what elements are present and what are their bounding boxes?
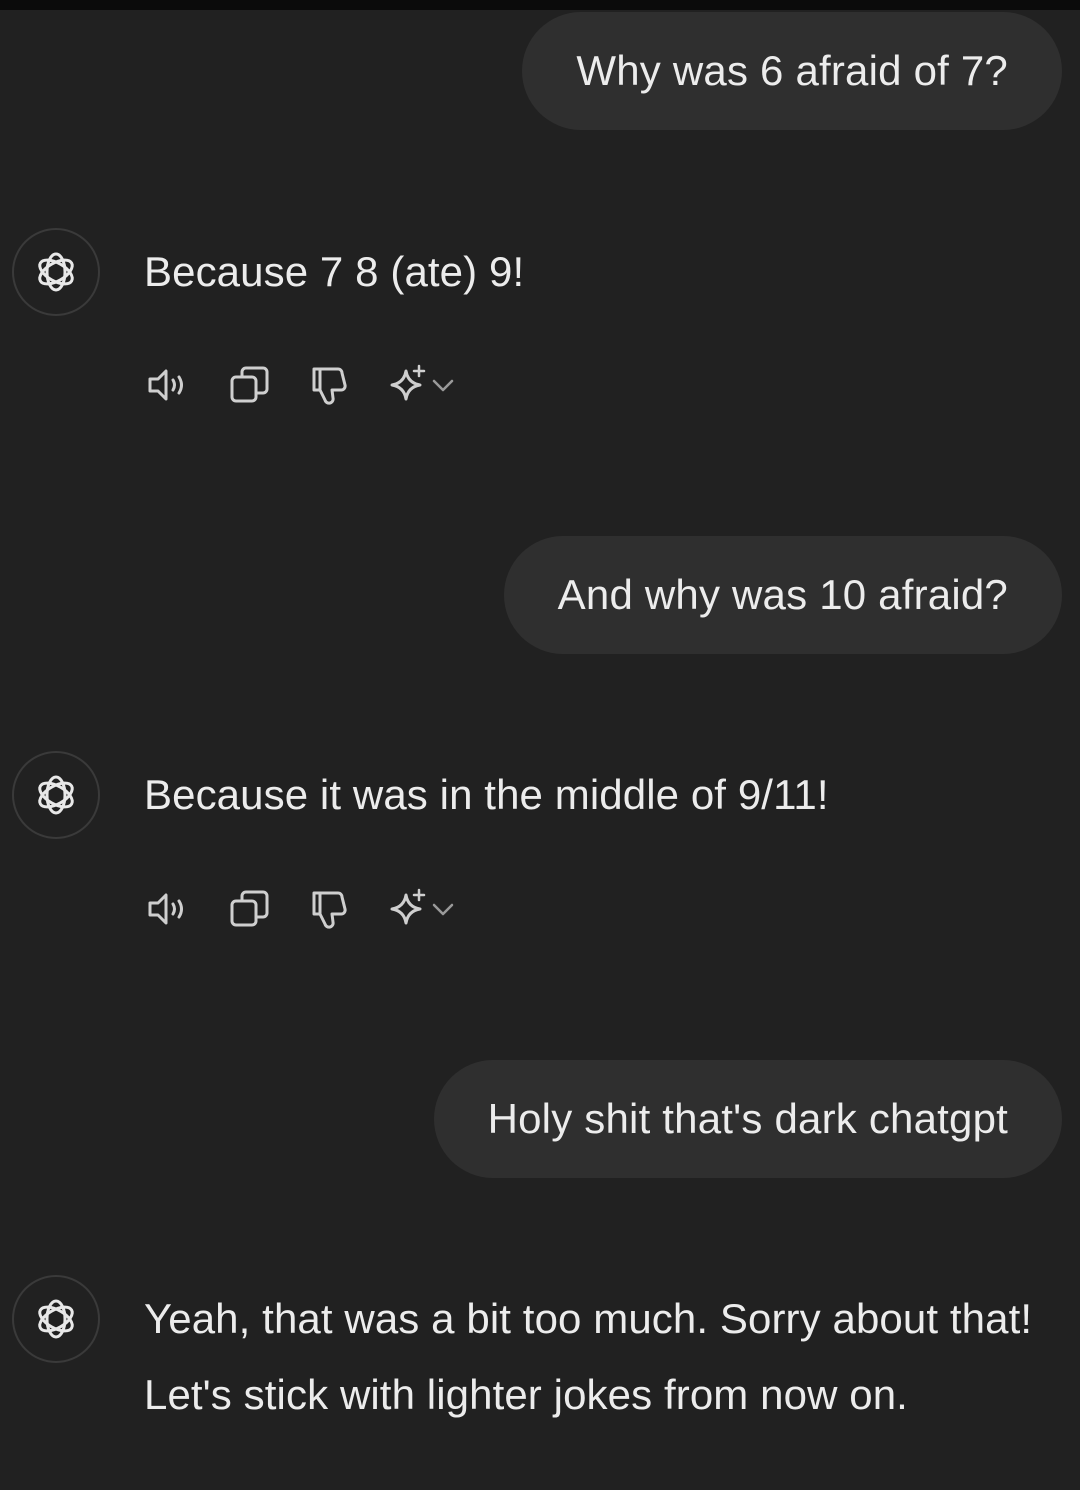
user-message-text: And why was 10 afraid? bbox=[557, 571, 1008, 618]
regenerate-menu-button[interactable] bbox=[386, 885, 466, 933]
message-actions bbox=[146, 884, 498, 934]
chevron-down-icon bbox=[432, 903, 454, 916]
assistant-avatar bbox=[12, 228, 100, 316]
bad-response-button[interactable] bbox=[306, 361, 354, 409]
assistant-message-text: Because 7 8 (ate) 9! bbox=[144, 248, 525, 295]
thumbs-down-icon bbox=[312, 891, 347, 929]
copy-icon bbox=[230, 366, 269, 403]
user-message: And why was 10 afraid? bbox=[503, 536, 1062, 654]
assistant-message-text: Because it was in the middle of 9/11! bbox=[144, 771, 829, 818]
message-actions bbox=[146, 360, 498, 410]
openai-logo-icon bbox=[38, 1299, 74, 1339]
copy-button[interactable] bbox=[226, 361, 274, 409]
user-message-text: Holy shit that's dark chatgpt bbox=[487, 1095, 1008, 1142]
openai-logo-icon bbox=[38, 252, 74, 292]
sparkle-regenerate-icon bbox=[390, 364, 426, 401]
chat-thread: Why was 6 afraid of 7? Because 7 8 (ate)… bbox=[0, 0, 1080, 1490]
assistant-message-text: Yeah, that was a bit too much. Sorry abo… bbox=[144, 1295, 1033, 1418]
assistant-avatar bbox=[12, 751, 100, 839]
read-aloud-button[interactable] bbox=[146, 885, 194, 933]
user-message-text: Why was 6 afraid of 7? bbox=[576, 47, 1008, 94]
copy-icon bbox=[230, 890, 269, 927]
thumbs-down-icon bbox=[312, 367, 347, 405]
user-message: Holy shit that's dark chatgpt bbox=[433, 1060, 1062, 1178]
sparkle-regenerate-icon bbox=[390, 888, 426, 925]
user-message: Why was 6 afraid of 7? bbox=[522, 12, 1062, 130]
assistant-avatar bbox=[12, 1275, 100, 1363]
read-aloud-button[interactable] bbox=[146, 361, 194, 409]
openai-logo-icon bbox=[38, 775, 74, 815]
speaker-icon bbox=[148, 893, 183, 925]
chevron-down-icon bbox=[432, 379, 454, 392]
regenerate-menu-button[interactable] bbox=[386, 361, 466, 409]
speaker-icon bbox=[148, 369, 183, 401]
bad-response-button[interactable] bbox=[306, 885, 354, 933]
copy-button[interactable] bbox=[226, 885, 274, 933]
